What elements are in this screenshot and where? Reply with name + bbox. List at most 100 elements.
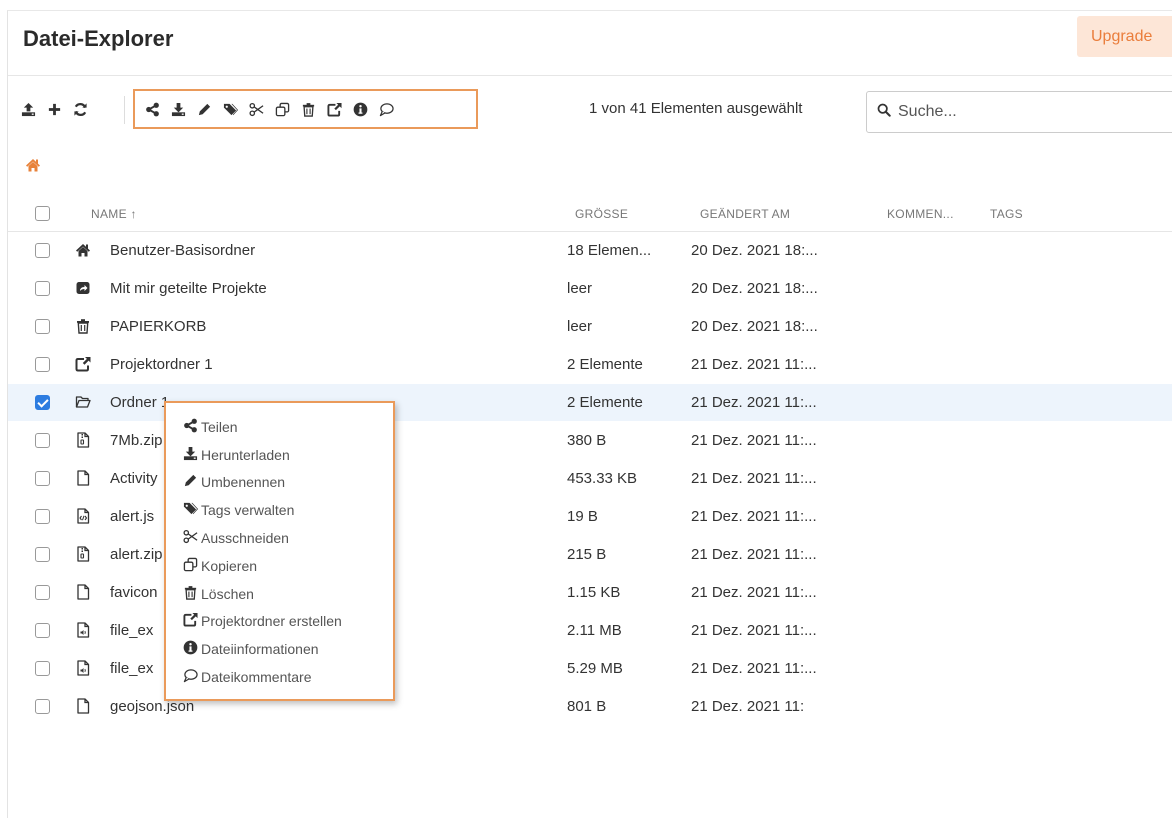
row-checkbox[interactable] — [35, 357, 50, 372]
file-modified: 21 Dez. 2021 11:... — [691, 394, 817, 411]
file-name[interactable]: 7Mb.zip — [110, 432, 163, 449]
info-icon[interactable] — [349, 98, 371, 120]
file-modified: 21 Dez. 2021 11:... — [691, 546, 817, 563]
context-menu-item-label: Dateikommentare — [201, 669, 312, 686]
download-icon[interactable] — [167, 98, 189, 120]
context-menu-item[interactable]: Ausschneiden — [166, 524, 393, 552]
table-row[interactable]: Mit mir geteilte Projekte leer 20 Dez. 202… — [8, 270, 1172, 307]
context-menu-item-label: Kopieren — [201, 557, 258, 574]
file-name[interactable]: Activity — [110, 470, 158, 487]
column-header-comments[interactable]: KOMMEN... — [887, 207, 954, 221]
context-menu-item[interactable]: Teilen — [166, 413, 393, 441]
selection-toolbar — [133, 89, 478, 129]
file-name[interactable]: PAPIERKORB — [110, 318, 206, 335]
file-name[interactable]: file_ex — [110, 622, 153, 639]
upgrade-button[interactable]: Upgrade — [1077, 16, 1172, 57]
row-checkbox[interactable] — [35, 243, 50, 258]
file-name[interactable]: Projektordner 1 — [110, 356, 213, 373]
copy-icon[interactable] — [271, 98, 293, 120]
refresh-icon[interactable] — [70, 98, 90, 120]
tags-icon[interactable] — [219, 98, 241, 120]
context-menu-item[interactable]: Projektordner erstellen — [166, 608, 393, 636]
trash-icon — [183, 585, 198, 603]
breadcrumb-home-icon[interactable] — [25, 157, 41, 173]
row-checkbox[interactable] — [35, 623, 50, 638]
selection-count: 1 von 41 Elementen ausgewählt — [589, 100, 803, 117]
file-size: 5.29 MB — [567, 660, 623, 677]
context-menu-item-label: Dateiinformationen — [201, 641, 319, 658]
context-menu-item[interactable]: Umbenennen — [166, 469, 393, 497]
pencil-icon[interactable] — [193, 98, 215, 120]
code-file-icon — [75, 508, 91, 524]
file-modified: 20 Dez. 2021 18:... — [691, 242, 818, 259]
file-name[interactable]: alert.js — [110, 508, 154, 525]
file-name[interactable]: Ordner 1 — [110, 394, 169, 411]
audio-file-icon — [75, 622, 91, 638]
column-header-tags[interactable]: TAGS — [990, 207, 1023, 221]
row-checkbox[interactable] — [35, 281, 50, 296]
header-divider — [8, 75, 1172, 76]
table-row[interactable]: Benutzer-Basisordner 18 Elemen... 20 Dez. … — [8, 232, 1172, 269]
file-icon — [75, 698, 91, 714]
column-header-size[interactable]: GRÖSSE — [575, 207, 628, 221]
file-name[interactable]: file_ex — [110, 660, 153, 677]
row-checkbox[interactable] — [35, 395, 50, 410]
context-menu-item[interactable]: Tags verwalten — [166, 496, 393, 524]
file-size: 1.15 KB — [567, 584, 621, 601]
scissors-icon[interactable] — [245, 98, 267, 120]
file-name[interactable]: alert.zip — [110, 546, 163, 563]
zip-file-icon — [75, 546, 91, 562]
row-checkbox[interactable] — [35, 585, 50, 600]
context-menu-item[interactable]: Löschen — [166, 580, 393, 608]
table-row[interactable]: Projektordner 1 2 Elemente 21 Dez. 2021 11… — [8, 346, 1172, 383]
trash-icon[interactable] — [297, 98, 319, 120]
row-checkbox[interactable] — [35, 661, 50, 676]
context-menu-item[interactable]: Dateikommentare — [166, 663, 393, 691]
column-header-modified[interactable]: GEÄNDERT AM — [700, 207, 790, 221]
file-modified: 21 Dez. 2021 11:... — [691, 622, 817, 639]
column-header-name[interactable]: NAME ↑ — [91, 207, 137, 221]
row-checkbox[interactable] — [35, 433, 50, 448]
file-modified: 21 Dez. 2021 11:... — [691, 660, 817, 677]
file-size: 453.33 KB — [567, 470, 638, 487]
file-size: 2.11 MB — [567, 622, 622, 639]
share-square-icon[interactable] — [323, 98, 345, 120]
search-icon — [877, 103, 891, 122]
row-checkbox[interactable] — [35, 699, 50, 714]
row-checkbox[interactable] — [35, 319, 50, 334]
row-checkbox[interactable] — [35, 471, 50, 486]
context-menu-item-label: Ausschneiden — [201, 530, 289, 547]
context-menu-item[interactable]: Dateiinformationen — [166, 635, 393, 663]
tags-icon — [183, 501, 198, 519]
row-checkbox[interactable] — [35, 547, 50, 562]
search-box[interactable] — [866, 91, 1172, 133]
file-size: 2 Elemente — [567, 356, 643, 373]
context-menu-item-label: Herunterladen — [201, 446, 290, 463]
search-input[interactable] — [898, 103, 1138, 121]
file-name[interactable]: favicon — [110, 584, 158, 601]
context-menu: Teilen Herunterladen Umbenennen Tags verwal… — [164, 401, 395, 701]
file-name[interactable]: Benutzer-Basisordner — [110, 242, 255, 259]
comment-icon[interactable] — [375, 98, 397, 120]
file-size: 18 Elemen... — [567, 242, 652, 259]
upload-icon[interactable] — [18, 98, 38, 120]
file-icon — [75, 584, 91, 600]
select-all-checkbox[interactable] — [35, 206, 50, 221]
file-size: leer — [567, 318, 593, 335]
table-row[interactable]: PAPIERKORB leer 20 Dez. 2021 18:... — [8, 308, 1172, 345]
share-square-icon — [75, 356, 91, 372]
add-icon[interactable] — [44, 98, 64, 120]
file-name[interactable]: Mit mir geteilte Projekte — [110, 280, 267, 297]
context-menu-item-label: Löschen — [201, 585, 254, 602]
context-menu-item[interactable]: Kopieren — [166, 552, 393, 580]
row-checkbox[interactable] — [35, 509, 50, 524]
context-menu-item[interactable]: Herunterladen — [166, 441, 393, 469]
share-square-icon — [183, 612, 198, 630]
context-menu-item-label: Tags verwalten — [201, 502, 295, 519]
toolbar-divider — [124, 96, 125, 124]
page-title: Datei-Explorer — [23, 26, 174, 51]
table-header: NAME ↑ GRÖSSE GEÄNDERT AM KOMMEN... TAGS — [8, 200, 1172, 232]
folder-open-icon — [75, 394, 91, 410]
share-icon[interactable] — [141, 98, 163, 120]
info-icon — [183, 640, 198, 658]
